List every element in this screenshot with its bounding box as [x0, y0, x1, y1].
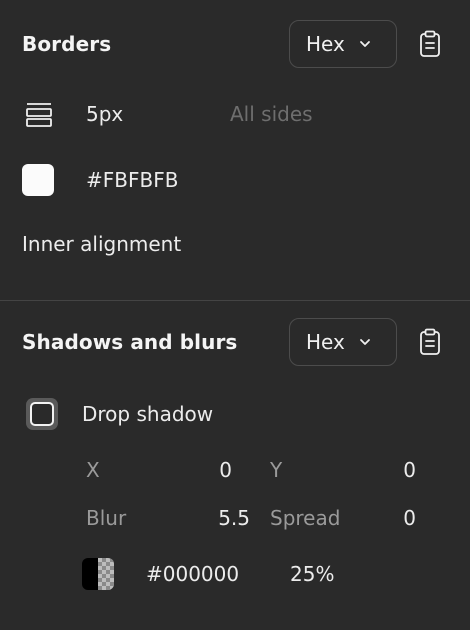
- section-divider: [0, 300, 470, 301]
- chevron-down-icon: [359, 40, 371, 48]
- shadow-color-input[interactable]: #000000: [146, 562, 239, 586]
- border-width-icon: [26, 102, 52, 132]
- swatch-transparency: [98, 558, 114, 590]
- shadow-color-swatch[interactable]: [82, 558, 114, 590]
- dropdown-label: Hex: [306, 32, 345, 56]
- shadow-opacity-input[interactable]: 25%: [290, 562, 334, 586]
- x-label: X: [86, 458, 100, 482]
- border-color-input[interactable]: #FBFBFB: [86, 168, 178, 192]
- drop-shadow-label: Drop shadow: [82, 402, 214, 426]
- spread-input[interactable]: 0: [364, 506, 416, 530]
- shadows-section-title: Shadows and blurs: [22, 330, 238, 354]
- clipboard-icon[interactable]: [417, 328, 443, 356]
- dropdown-label: Hex: [306, 330, 345, 354]
- blur-input[interactable]: 5.5: [180, 506, 250, 530]
- checkbox-box: [30, 402, 54, 426]
- y-input[interactable]: 0: [364, 458, 416, 482]
- border-color-swatch[interactable]: [22, 164, 54, 196]
- swatch-solid: [82, 558, 98, 590]
- x-input[interactable]: 0: [180, 458, 232, 482]
- clipboard-icon[interactable]: [417, 30, 443, 58]
- border-sides-select[interactable]: All sides: [230, 102, 313, 126]
- y-label: Y: [270, 458, 283, 482]
- border-width-input[interactable]: 5px: [86, 102, 123, 126]
- borders-section-title: Borders: [22, 32, 112, 56]
- blur-label: Blur: [86, 506, 127, 530]
- drop-shadow-checkbox[interactable]: [26, 398, 58, 430]
- inner-alignment-label[interactable]: Inner alignment: [22, 232, 181, 256]
- shadows-color-format-dropdown[interactable]: Hex: [289, 318, 397, 366]
- borders-color-format-dropdown[interactable]: Hex: [289, 20, 397, 68]
- chevron-down-icon: [359, 338, 371, 346]
- spread-label: Spread: [270, 506, 341, 530]
- properties-panel: Borders Hex 5px All sides #FBFBFB Inner …: [0, 0, 470, 630]
